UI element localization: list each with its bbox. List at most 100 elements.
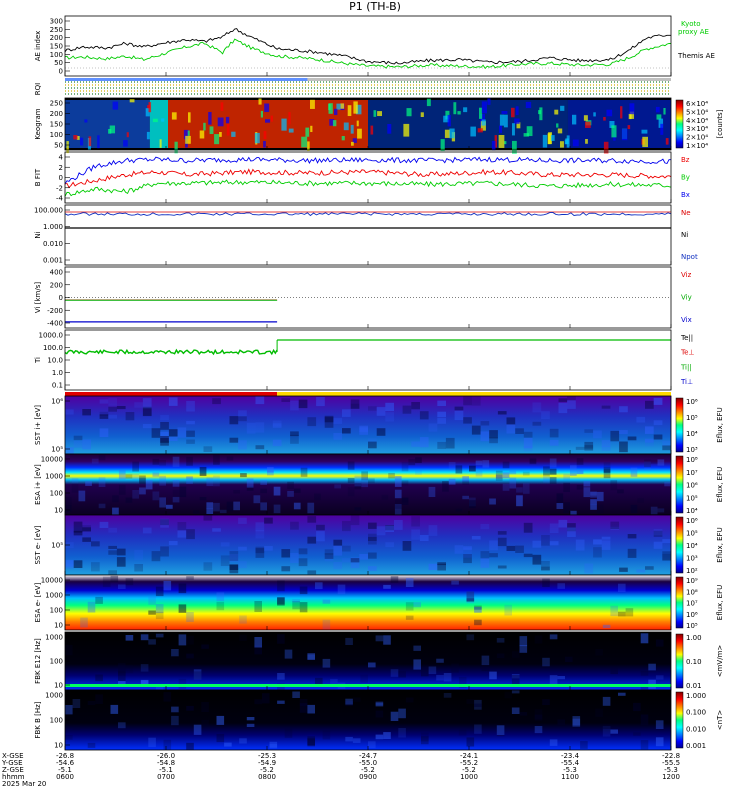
- ytick-label-temperature: 0.1: [52, 382, 63, 390]
- spectrogram-cell: [534, 635, 543, 644]
- spectrogram-cell: [368, 522, 377, 529]
- spectrogram-cell: [390, 576, 399, 583]
- spectrogram-cell: [401, 497, 409, 503]
- spectrogram-cell: [475, 470, 483, 477]
- spectrogram-cell: [519, 712, 528, 716]
- ytick-label-density: 1.000: [43, 223, 63, 231]
- spectrogram-cell: [636, 416, 646, 423]
- spectrogram-cell: [448, 478, 456, 485]
- spectrogram-cell: [549, 523, 559, 533]
- spectrogram-cell: [497, 411, 507, 415]
- spectrogram-cell: [342, 558, 351, 563]
- spectrogram-cell: [584, 429, 594, 433]
- spectrogram-cell: [549, 634, 558, 640]
- ytick-label-fbk_e: 1000: [45, 634, 63, 642]
- spectrogram-cell: [534, 709, 543, 719]
- spectrogram-cell: [541, 561, 550, 571]
- colorbar-label-sst_elec: 10⁴: [686, 542, 698, 550]
- keogram-pixel: [254, 132, 260, 144]
- spectrogram-cell: [480, 557, 490, 568]
- spectrogram-cell: [140, 664, 149, 672]
- spectrogram-cell: [171, 649, 179, 657]
- spectrogram-cell: [471, 425, 481, 435]
- spectrogram-cell: [163, 692, 172, 702]
- spectrogram-cell: [246, 422, 256, 434]
- spectrogram-cell: [298, 548, 308, 555]
- spectrogram-cell: [549, 739, 558, 746]
- spectrogram-cell: [602, 624, 611, 628]
- spectrogram-cell: [610, 667, 618, 675]
- ytick-label-keogram: 100: [50, 131, 63, 139]
- keogram-pixel: [463, 107, 468, 113]
- keogram-pixel: [440, 139, 445, 152]
- spectrogram-cell: [645, 566, 654, 570]
- keogram-pixel: [665, 138, 669, 145]
- spectrogram-cell: [65, 559, 74, 569]
- spectrogram-cell: [254, 699, 262, 705]
- spectrogram-cell: [572, 718, 581, 726]
- spectrogram-cell: [73, 440, 83, 448]
- keogram-pixel: [603, 117, 606, 121]
- keogram-pixel: [406, 108, 412, 117]
- spectrogram-cell: [300, 467, 308, 477]
- spectrogram-cell: [610, 605, 618, 617]
- ytick-label-ae: 150: [50, 43, 63, 51]
- spectrogram-cell: [229, 564, 239, 574]
- colorbar-label-keogram: 3×10⁴: [686, 125, 708, 133]
- spectrogram-cell: [238, 440, 247, 450]
- ytick-label-temperature: 1000.0: [39, 332, 64, 340]
- spectrogram-cell: [287, 491, 294, 497]
- spectrogram-cell: [213, 454, 220, 465]
- spectrogram-cell: [419, 437, 429, 448]
- spectrogram-cell: [662, 440, 671, 446]
- keogram-pixel: [498, 135, 505, 148]
- spectrogram-cell: [216, 601, 225, 611]
- spectrogram-cell: [398, 671, 406, 678]
- keogram-pixel: [554, 109, 559, 115]
- spectrogram-cell: [212, 528, 221, 532]
- spectrogram-cell: [160, 422, 169, 430]
- keogram-pixel: [512, 123, 515, 136]
- keogram-pixel: [341, 136, 345, 141]
- spectrogram-cell: [95, 674, 103, 682]
- keogram-pixel: [258, 98, 262, 105]
- spectrogram-cell: [496, 725, 505, 736]
- ytick-label-keogram: 250: [50, 100, 63, 108]
- spectrogram-cell: [532, 402, 542, 413]
- keogram-segment: [567, 100, 671, 148]
- keogram-pixel: [481, 119, 486, 126]
- spectrogram-cell: [515, 545, 524, 553]
- spectrogram-cell: [354, 507, 362, 511]
- spectrogram-cell: [159, 497, 166, 508]
- legend-temperature: Te||: [680, 334, 693, 342]
- spectrogram-cell: [145, 480, 153, 490]
- spectrogram-cell: [575, 539, 585, 551]
- spectrogram-cell: [246, 723, 255, 727]
- spectrogram-cell: [655, 639, 664, 647]
- spectrogram-cell: [640, 633, 649, 644]
- ytick-label-bfield: 2: [59, 164, 63, 172]
- colorbar-unit-esa_elec: Eflux, EFU: [716, 585, 724, 620]
- spectrogram-cell: [324, 417, 334, 428]
- spectrogram-cell: [239, 615, 247, 624]
- spectrogram-cell: [206, 477, 214, 487]
- colorbar-label-keogram: 1×10⁴: [686, 142, 708, 150]
- spectrogram-cell: [504, 691, 512, 699]
- spectrogram-cell: [633, 702, 641, 712]
- ytick-label-esa_ion: 10000: [41, 456, 63, 464]
- colorbar-label-fbk_e: 0.10: [686, 658, 702, 666]
- spectrogram-cell: [132, 474, 139, 480]
- spectrogram-cell: [125, 635, 134, 641]
- spectrogram-cell: [645, 438, 654, 447]
- colorbar-label-esa_ion: 10⁷: [686, 469, 698, 477]
- keogram-pixel: [185, 135, 191, 144]
- legend-density: Ni: [681, 231, 688, 239]
- keogram-pixel: [220, 102, 224, 112]
- ytick-label-temperature: 1.0: [52, 369, 63, 377]
- spectrogram-cell: [630, 504, 638, 513]
- spectrogram-cell: [307, 653, 315, 660]
- spectrogram-cell: [368, 741, 376, 749]
- spectrogram-cell: [177, 522, 187, 531]
- spectrogram-cell: [653, 541, 663, 549]
- spectrogram-cell: [451, 580, 459, 585]
